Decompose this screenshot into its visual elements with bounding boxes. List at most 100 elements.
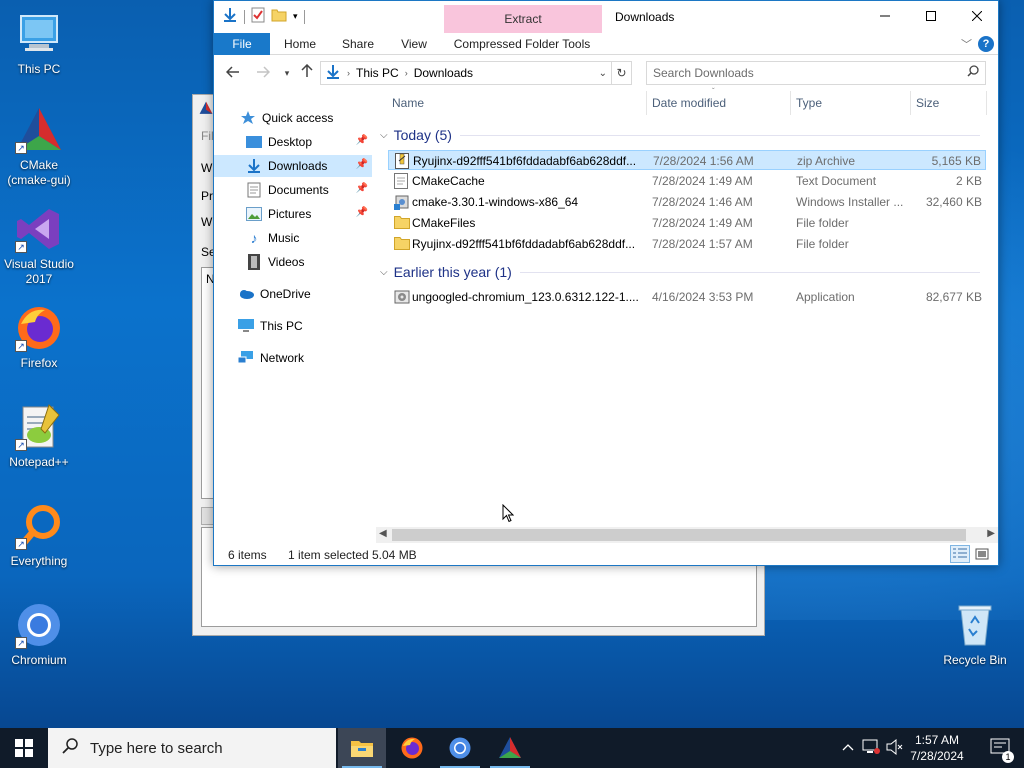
file-date: 7/28/2024 1:57 AM — [652, 237, 753, 251]
pin-icon[interactable]: 📌 — [356, 183, 368, 194]
recent-locations-dropdown[interactable]: ▾ — [276, 63, 298, 83]
search-icon — [62, 738, 78, 758]
column-divider[interactable] — [646, 91, 647, 115]
minimize-button[interactable] — [862, 1, 908, 31]
file-row[interactable]: Ryujinx-d92fff541bf6fddadabf6ab628ddf...… — [388, 234, 986, 254]
tab-view[interactable]: View — [394, 33, 434, 55]
collapse-chevron-icon[interactable]: ⌵ — [380, 267, 388, 278]
column-name[interactable]: Name — [392, 96, 424, 110]
toolbar-separator — [244, 9, 245, 24]
forward-button[interactable] — [252, 63, 274, 83]
nav-onedrive[interactable]: OneDrive — [214, 283, 372, 305]
file-row[interactable]: CMakeFiles 7/28/2024 1:49 AM File folder — [388, 213, 986, 233]
nav-this-pc[interactable]: This PC — [214, 315, 372, 337]
download-arrow-icon[interactable] — [222, 7, 238, 26]
taskbar-file-explorer[interactable] — [338, 728, 386, 768]
back-button[interactable] — [222, 63, 244, 83]
show-hidden-icons-chevron-icon[interactable] — [842, 740, 854, 754]
desktop-icon-recycle-bin[interactable]: Recycle Bin — [937, 601, 1013, 668]
nav-desktop[interactable]: Desktop 📌 — [214, 131, 372, 153]
column-divider[interactable] — [790, 91, 791, 115]
network-icon — [238, 350, 254, 366]
nav-downloads[interactable]: Downloads 📌 — [214, 155, 372, 177]
breadcrumb-chevron-icon[interactable]: › — [405, 68, 408, 78]
tab-home[interactable]: Home — [278, 33, 322, 55]
pin-icon[interactable]: 📌 — [356, 135, 368, 146]
nav-network[interactable]: Network — [214, 347, 372, 369]
refresh-icon[interactable]: ↻ — [611, 62, 631, 84]
start-button[interactable] — [0, 728, 48, 768]
search-icon[interactable] — [967, 62, 979, 84]
taskbar-chromium[interactable] — [436, 728, 484, 768]
collapse-chevron-icon[interactable]: ⌵ — [380, 130, 388, 141]
desktop-icon-everything[interactable]: ↗ Everything — [1, 502, 77, 569]
nav-videos[interactable]: Videos — [214, 251, 372, 273]
file-type: zip Archive — [797, 154, 856, 168]
large-icons-view-button[interactable] — [972, 545, 992, 563]
properties-icon[interactable] — [251, 7, 265, 26]
nav-documents[interactable]: Documents 📌 — [214, 179, 372, 201]
maximize-button[interactable] — [908, 1, 954, 31]
customize-toolbar-icon[interactable]: ▾ — [293, 11, 298, 22]
clock[interactable]: 1:57 AM 7/28/2024 — [902, 732, 972, 764]
nav-label: Desktop — [268, 135, 313, 149]
horizontal-scrollbar[interactable]: ◀ ▶ — [376, 527, 998, 543]
up-button[interactable] — [296, 63, 318, 83]
pin-icon[interactable]: 📌 — [356, 207, 368, 218]
pin-icon[interactable]: 📌 — [356, 159, 368, 170]
scroll-left-arrow-icon[interactable]: ◀ — [379, 528, 387, 539]
search-input[interactable]: Search Downloads — [646, 61, 986, 85]
tab-file[interactable]: File — [214, 33, 270, 55]
file-date: 4/16/2024 3:53 PM — [652, 290, 754, 304]
new-folder-icon[interactable] — [271, 8, 287, 25]
desktop-icon-visual-studio[interactable]: ↗ Visual Studio 2017 — [1, 205, 77, 287]
nav-pictures[interactable]: Pictures 📌 — [214, 203, 372, 225]
nav-music[interactable]: ♪ Music — [214, 227, 372, 249]
taskbar-cmake[interactable] — [486, 728, 534, 768]
file-row[interactable]: cmake-3.30.1-windows-x86_64 7/28/2024 1:… — [388, 192, 986, 212]
file-row[interactable]: CMakeCache 7/28/2024 1:49 AM Text Docume… — [388, 171, 986, 191]
title-bar[interactable]: ▾ Extract Downloads — [214, 1, 998, 33]
breadcrumb-chevron-icon[interactable]: › — [347, 68, 350, 78]
file-row[interactable]: Ryujinx-d92fff541bf6fddadabf6ab628ddf...… — [388, 150, 986, 170]
breadcrumb-downloads[interactable]: Downloads — [414, 66, 473, 80]
column-size[interactable]: Size — [916, 96, 939, 110]
taskbar-search-box[interactable]: Type here to search — [48, 728, 336, 768]
status-bar: 6 items 1 item selected 5.04 MB — [214, 545, 998, 565]
clock-date: 7/28/2024 — [910, 749, 964, 763]
tab-compressed-folder-tools[interactable]: Compressed Folder Tools — [450, 33, 594, 55]
file-row[interactable]: ungoogled-chromium_123.0.6312.122-1.... … — [388, 287, 986, 307]
network-status-icon[interactable] — [862, 739, 880, 758]
windows-logo-icon — [15, 739, 33, 757]
group-header-today[interactable]: ⌵ Today (5) — [380, 125, 980, 145]
firefox-icon: ↗ — [15, 304, 63, 352]
column-divider[interactable] — [910, 91, 911, 115]
column-date-modified[interactable]: Date modified — [652, 96, 726, 110]
scroll-right-arrow-icon[interactable]: ▶ — [987, 528, 995, 539]
group-header-earlier[interactable]: ⌵ Earlier this year (1) — [380, 262, 980, 282]
file-explorer-window[interactable]: ▾ Extract Downloads File Home Share View… — [213, 0, 999, 566]
desktop-icon-firefox[interactable]: ↗ Firefox — [1, 304, 77, 371]
nav-quick-access[interactable]: Quick access — [214, 107, 372, 129]
column-divider[interactable] — [986, 91, 987, 115]
expand-ribbon-icon[interactable]: ﹀ — [961, 36, 972, 52]
tab-share[interactable]: Share — [336, 33, 380, 55]
column-type[interactable]: Type — [796, 96, 822, 110]
help-icon[interactable]: ? — [978, 36, 994, 52]
quick-access-toolbar: ▾ — [222, 7, 305, 26]
address-dropdown-icon[interactable]: ⌄ — [599, 68, 607, 79]
desktop-icon-chromium[interactable]: ↗ Chromium — [1, 601, 77, 668]
desktop-icon-this-pc[interactable]: This PC — [1, 10, 77, 77]
chromium-icon — [449, 737, 471, 759]
desktop-icon-cmake[interactable]: ↗ CMake (cmake-gui) — [1, 106, 77, 188]
scrollbar-thumb[interactable] — [392, 529, 966, 541]
close-button[interactable] — [954, 1, 1000, 31]
address-bar[interactable]: › This PC › Downloads ⌄ ↻ — [320, 61, 632, 85]
taskbar-firefox[interactable] — [388, 728, 436, 768]
details-view-button[interactable] — [950, 545, 970, 563]
desktop-icon-notepadpp[interactable]: ↗ Notepad++ — [1, 403, 77, 470]
taskbar-search-placeholder: Type here to search — [90, 739, 223, 757]
breadcrumb-this-pc[interactable]: This PC — [356, 66, 399, 80]
extract-context-tab[interactable]: Extract — [444, 5, 602, 33]
notification-center-icon[interactable]: 1 — [990, 738, 1014, 763]
